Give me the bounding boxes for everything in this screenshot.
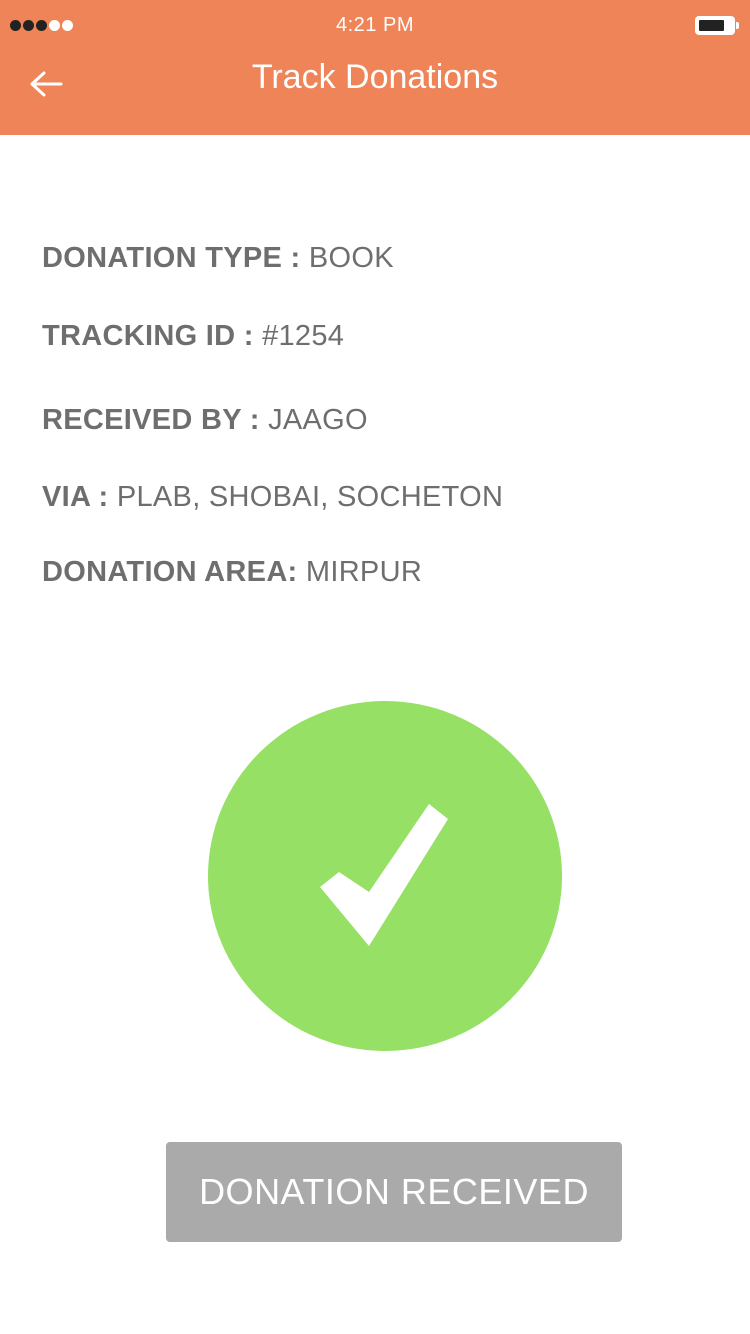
donation-type-row: DONATION TYPE : BOOK [42,242,394,275]
received-by-row: RECEIVED BY : JAAGO [42,404,368,437]
battery-icon [695,16,735,35]
tracking-id-value: #1254 [262,320,345,352]
app-header: 4:21 PM Track Donations [0,0,750,135]
donation-area-label: DONATION AREA: [42,556,298,588]
page-title: Track Donations [251,58,499,96]
status-bar: 4:21 PM [0,0,750,52]
via-value: PLAB, SHOBAI, SOCHETON [116,481,504,513]
via-row: VIA : PLAB, SHOBAI, SOCHETON [42,481,503,514]
donation-type-value: BOOK [308,242,394,274]
tracking-id-row: TRACKING ID : #1254 [42,320,344,353]
status-time: 4:21 PM [336,14,414,36]
battery-tip [736,22,739,29]
donation-received-button[interactable]: DONATION RECEIVED [166,1142,622,1242]
donation-area-row: DONATION AREA: MIRPUR [42,556,422,589]
battery-level [699,20,724,31]
donation-type-label: DONATION TYPE : [42,242,301,274]
success-indicator [208,701,562,1051]
received-by-label: RECEIVED BY : [42,404,260,436]
received-by-value: JAAGO [268,404,368,436]
via-label: VIA : [42,481,109,513]
tracking-id-label: TRACKING ID : [42,320,254,352]
donation-area-value: MIRPUR [305,556,423,588]
